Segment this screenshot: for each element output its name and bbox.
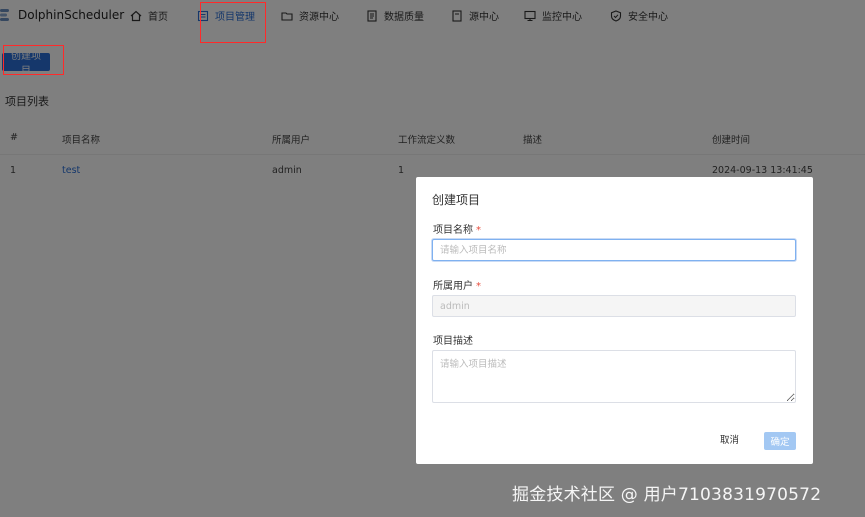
project-description-label: 项目描述 — [433, 336, 473, 347]
confirm-button[interactable]: 确定 — [764, 432, 796, 450]
create-project-dialog: 创建项目 项目名称* 所属用户* 项目描述 取消 确定 — [416, 177, 813, 464]
dialog-title: 创建项目 — [432, 193, 481, 207]
project-user-label: 所属用户 * — [433, 281, 481, 292]
project-name-input[interactable] — [432, 239, 796, 261]
watermark-text: 掘金技术社区 @ 用户7103831970572 — [512, 485, 822, 505]
project-description-textarea[interactable] — [432, 350, 796, 403]
highlight-box-create-button — [3, 45, 64, 75]
project-user-input — [432, 295, 796, 317]
required-mark: * — [476, 225, 481, 236]
highlight-box-nav-project — [200, 2, 266, 43]
required-mark: * — [476, 281, 481, 292]
cancel-button[interactable]: 取消 — [720, 432, 739, 446]
project-name-label: 项目名称 * — [433, 225, 481, 236]
